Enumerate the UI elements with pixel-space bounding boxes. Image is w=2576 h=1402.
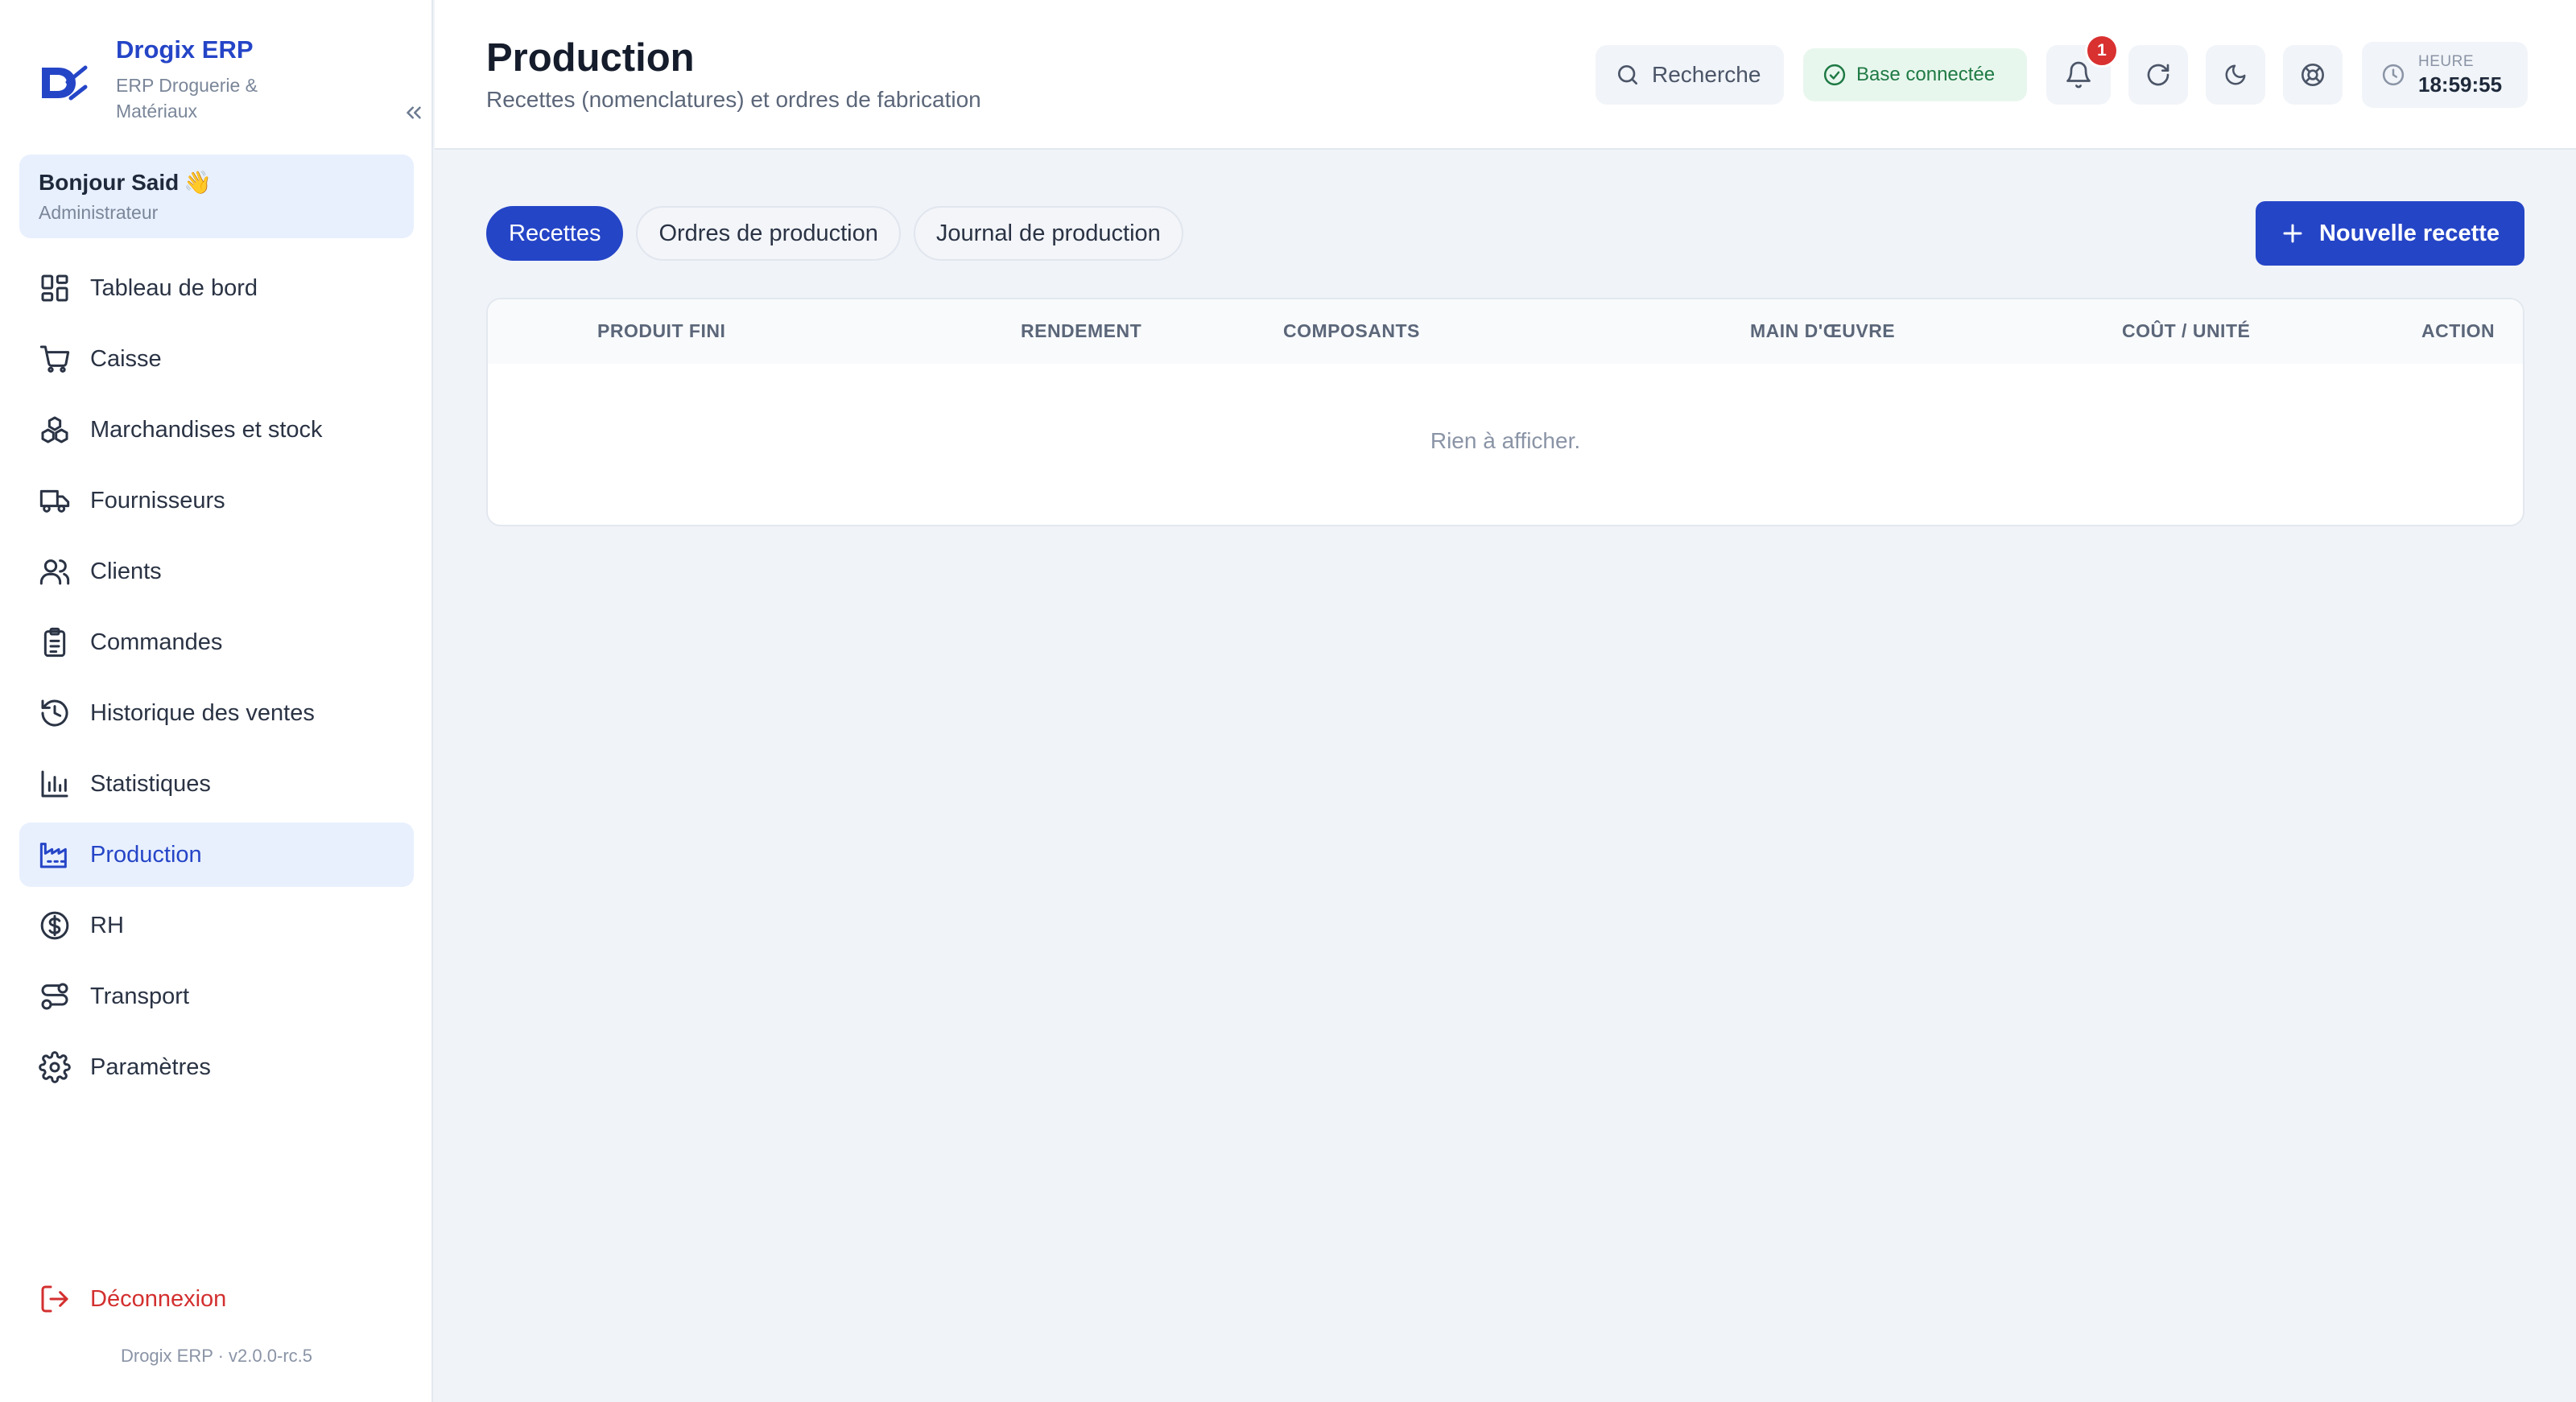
plus-icon <box>2283 224 2302 243</box>
refresh-button[interactable] <box>2128 45 2188 105</box>
brand-subtitle: ERP Droguerie & Matériaux <box>116 75 258 122</box>
waving-hand-icon: 👋 <box>184 170 213 195</box>
notification-count-badge: 1 <box>2085 34 2119 68</box>
collapse-sidebar-button[interactable] <box>390 95 438 130</box>
sidebar-item-label: Historique des ventes <box>90 699 315 726</box>
sidebar-item-production[interactable]: Production <box>19 823 414 887</box>
route-icon <box>41 983 68 1010</box>
user-greeting-card: Bonjour Said 👋 Administrateur <box>19 155 414 238</box>
sidebar: Drogix ERP ERP Droguerie & Matériaux Bon… <box>0 0 433 1402</box>
production-tabs: Recettes Ordres de production Journal de… <box>486 206 1183 261</box>
sidebar-item-historique-des-ventes[interactable]: Historique des ventes <box>19 681 414 745</box>
sidebar-item-marchandises-et-stock[interactable]: Marchandises et stock <box>19 398 414 462</box>
life-buoy-icon <box>2301 64 2324 86</box>
sidebar-item-label: Paramètres <box>90 1054 211 1080</box>
sidebar-item-label: Marchandises et stock <box>90 416 323 443</box>
sidebar-item-clients[interactable]: Clients <box>19 539 414 604</box>
sidebar-item-label: Production <box>90 841 202 868</box>
drogix-logo-icon <box>42 65 88 101</box>
bell-icon <box>2066 61 2091 89</box>
theme-toggle-button[interactable] <box>2206 45 2265 105</box>
search-button[interactable]: Recherche <box>1596 45 1784 105</box>
brand: Drogix ERP ERP Droguerie & Matériaux <box>39 35 421 124</box>
sidebar-item-fournisseurs[interactable]: Fournisseurs <box>19 468 414 533</box>
dashboard-icon <box>41 274 68 302</box>
tab-ordres-de-production[interactable]: Ordres de production <box>636 206 901 261</box>
greeting-text: Bonjour Said <box>39 169 180 195</box>
sidebar-item-label: Fournisseurs <box>90 487 225 513</box>
sidebar-item-commandes[interactable]: Commandes <box>19 610 414 674</box>
boxes-icon <box>41 416 68 443</box>
sidebar-item-label: RH <box>90 912 124 938</box>
history-icon <box>41 699 68 727</box>
sidebar-nav: Tableau de bord Caisse Marchandises et s… <box>19 256 414 1106</box>
check-circle-icon <box>1823 64 1846 86</box>
brand-name: Drogix ERP <box>116 35 254 64</box>
search-icon <box>1618 65 1637 85</box>
app-version: Drogix ERP · v2.0.0-rc.5 <box>120 1346 312 1366</box>
tab-recettes[interactable]: Recettes <box>486 206 624 261</box>
column-header-cout-unite[interactable]: COÛT / UNITÉ <box>2122 320 2250 342</box>
new-recipe-button[interactable]: Nouvelle recette <box>2256 201 2524 266</box>
column-header-main-d-oeuvre[interactable]: MAIN D'ŒUVRE <box>1750 320 1895 342</box>
logout-button[interactable]: Déconnexion <box>19 1267 414 1331</box>
page-subtitle: Recettes (nomenclatures) et ordres de fa… <box>486 87 981 112</box>
tab-journal-de-production[interactable]: Journal de production <box>913 206 1183 261</box>
truck-icon <box>39 489 70 513</box>
db-status-text: Base connectée <box>1856 64 1996 85</box>
logout-label: Déconnexion <box>90 1285 227 1312</box>
search-label: Recherche <box>1652 62 1761 87</box>
moon-icon <box>2225 64 2246 85</box>
clock-time: 18:59:55 <box>2418 72 2503 97</box>
recipes-table: PRODUIT FINI RENDEMENT COMPOSANTS MAIN D… <box>486 298 2524 526</box>
page-title: Production <box>486 36 695 80</box>
column-header-rendement[interactable]: RENDEMENT <box>1021 320 1141 342</box>
clock-label: HEURE <box>2418 52 2475 70</box>
refresh-icon <box>2147 64 2169 86</box>
empty-state-message: Rien à afficher. <box>1430 428 1581 453</box>
sidebar-item-label: Statistiques <box>90 770 211 797</box>
cart-icon <box>39 345 70 373</box>
clock-icon <box>2382 64 2405 86</box>
gear-icon <box>39 1051 71 1083</box>
column-header-composants[interactable]: COMPOSANTS <box>1283 320 1420 342</box>
users-icon <box>39 559 70 585</box>
dollar-circle-icon <box>40 911 69 940</box>
clipboard-icon <box>43 627 66 658</box>
chevrons-left-icon <box>407 106 421 119</box>
sidebar-item-label: Clients <box>90 558 162 584</box>
sidebar-item-label: Caisse <box>90 345 162 372</box>
column-header-action: ACTION <box>2421 320 2496 341</box>
sidebar-item-label: Tableau de bord <box>90 274 258 301</box>
clock-widget: HEURE 18:59:55 <box>2362 42 2528 108</box>
sidebar-item-label: Transport <box>90 983 190 1009</box>
sidebar-item-tableau-de-bord[interactable]: Tableau de bord <box>19 256 414 320</box>
page-header: Production Recettes (nomenclatures) et o… <box>435 0 2576 150</box>
bar-chart-icon <box>41 770 68 798</box>
sidebar-item-caisse[interactable]: Caisse <box>19 327 414 391</box>
sidebar-item-label: Commandes <box>90 629 223 655</box>
db-status-badge: Base connectée <box>1803 48 2027 101</box>
new-recipe-label: Nouvelle recette <box>2318 220 2500 246</box>
table-header: PRODUIT FINI RENDEMENT COMPOSANTS MAIN D… <box>488 299 2523 364</box>
help-button[interactable] <box>2283 45 2343 105</box>
logout-icon <box>41 1285 68 1313</box>
sidebar-item-parametres[interactable]: Paramètres <box>19 1035 414 1099</box>
column-header-produit-fini[interactable]: PRODUIT FINI <box>597 320 725 342</box>
sidebar-item-rh[interactable]: RH <box>19 893 414 958</box>
sidebar-item-statistiques[interactable]: Statistiques <box>19 752 414 816</box>
sidebar-item-transport[interactable]: Transport <box>19 964 414 1029</box>
factory-icon <box>39 843 67 868</box>
user-role: Administrateur <box>39 202 159 223</box>
